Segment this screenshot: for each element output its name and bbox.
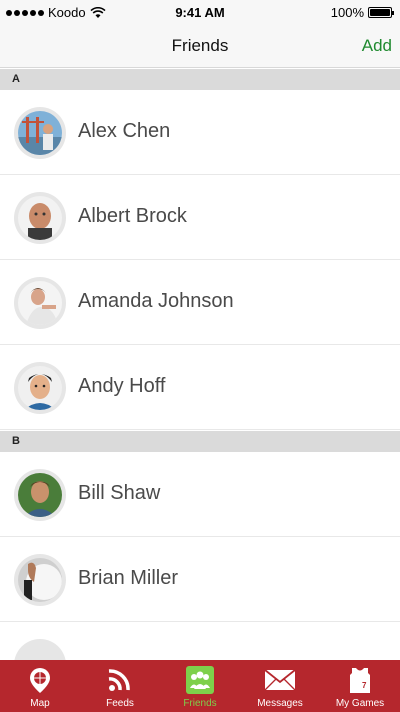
tab-label: Feeds [106,698,134,709]
friend-row-partial[interactable] [0,622,400,691]
avatar [14,362,66,414]
map-pin-icon [30,668,50,693]
section-header-a: A [0,69,400,90]
tab-bar: Map Feeds Friends Messages 7 My Games [0,660,400,712]
status-right: 100% [330,5,394,20]
tab-friends[interactable]: Friends [160,660,240,712]
section-header-b: B [0,431,400,452]
friend-name: Andy Hoff [78,375,166,397]
friend-row[interactable]: Bill Shaw [0,452,400,537]
navigation-bar: Friends Add [0,26,400,68]
friend-row[interactable]: Brian Miller [0,537,400,622]
friend-row[interactable]: Albert Brock [0,175,400,260]
status-bar: Koodo 9:41 AM 100% [0,0,400,26]
svg-text:7: 7 [362,681,367,690]
tab-label: My Games [335,698,385,709]
avatar [14,554,66,606]
jersey-icon: 7 [350,668,370,693]
avatar-photo [18,473,62,517]
friend-name: Alex Chen [78,120,171,142]
tab-label: Messages [257,698,303,709]
avatar [14,192,66,244]
avatar [14,277,66,329]
avatar-photo [18,111,62,155]
avatar [14,469,66,521]
add-friend-button[interactable]: Add [362,36,392,56]
friend-name: Albert Brock [78,205,187,227]
friend-row[interactable]: Alex Chen [0,90,400,175]
friend-row[interactable]: Amanda Johnson [0,260,400,345]
friend-row[interactable]: Andy Hoff [0,345,400,430]
tab-label: Map [30,698,50,709]
avatar-photo [18,366,62,410]
tab-label: Friends [183,698,217,709]
friend-name: Bill Shaw [78,482,161,504]
avatar-photo [18,196,62,240]
friend-name: Brian Miller [78,567,179,589]
rss-icon [108,669,130,691]
tab-messages[interactable]: Messages [240,660,320,712]
friends-icon [186,666,214,694]
avatar-photo [18,281,62,325]
avatar [14,107,66,159]
battery-icon [368,7,394,18]
avatar-photo [18,558,62,602]
friend-name: Amanda Johnson [78,290,234,312]
tab-feeds[interactable]: Feeds [80,660,160,712]
battery-percent: 100% [330,5,364,20]
page-title: Friends [171,36,229,55]
tab-my-games[interactable]: 7 My Games [320,660,400,712]
envelope-icon [264,669,296,691]
tab-map[interactable]: Map [0,660,80,712]
